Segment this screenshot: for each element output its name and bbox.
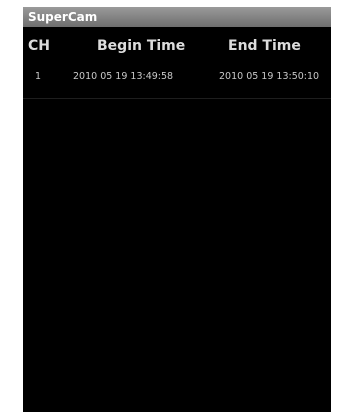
column-header-channel: CH <box>28 38 50 54</box>
title-bar: SuperCam <box>23 7 331 27</box>
column-header-begin-time: Begin Time <box>97 38 186 54</box>
app-title: SuperCam <box>28 10 98 24</box>
table-row[interactable]: 1 2010 05 19 13:49:58 2010 05 19 13:50:1… <box>23 65 331 99</box>
row-end-time: 2010 05 19 13:50:10 <box>219 71 320 82</box>
row-begin-time: 2010 05 19 13:49:58 <box>73 71 174 82</box>
app-screen: SuperCam CH Begin Time End Time 1 2010 0… <box>23 7 331 412</box>
table-header: CH Begin Time End Time <box>23 27 331 65</box>
column-header-end-time: End Time <box>228 38 301 54</box>
row-channel: 1 <box>35 71 42 82</box>
